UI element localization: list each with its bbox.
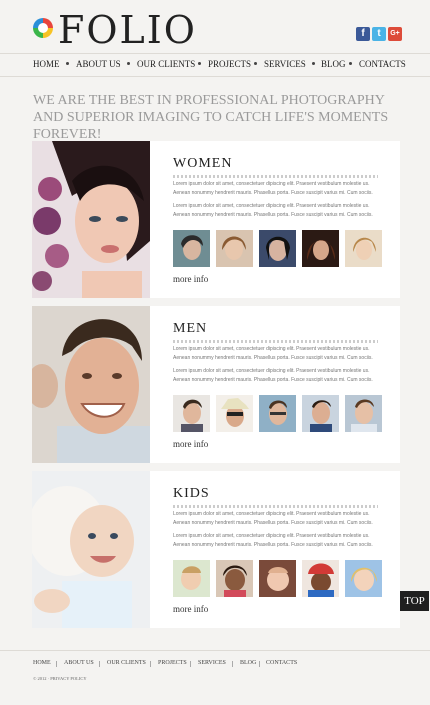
footer-rule bbox=[0, 650, 430, 651]
footer-separator bbox=[259, 661, 260, 667]
men-more-info-link[interactable]: more info bbox=[173, 439, 208, 449]
page: FOLIO f t G+ HOME ABOUT US OUR CLIENTS P… bbox=[0, 0, 430, 705]
section-divider bbox=[173, 175, 378, 178]
nav-dot bbox=[312, 62, 315, 65]
nav-blog[interactable]: BLOG bbox=[321, 59, 346, 69]
kids-hero-image bbox=[32, 471, 150, 628]
footer-nav-home[interactable]: HOME bbox=[33, 660, 51, 666]
section-men: MEN Lorem ipsum dolor sit amet, consecte… bbox=[32, 306, 400, 463]
footer-separator bbox=[190, 661, 191, 667]
kids-more-info-link[interactable]: more info bbox=[173, 604, 208, 614]
section-kids: KIDS Lorem ipsum dolor sit amet, consect… bbox=[32, 471, 400, 628]
thumbnail-image[interactable] bbox=[173, 560, 210, 597]
kids-title: KIDS bbox=[173, 486, 210, 501]
nav-dot bbox=[198, 62, 201, 65]
kids-paragraph-2: Lorem ipsum dolor sit amet, consectetuer… bbox=[173, 533, 373, 548]
logo-text[interactable]: FOLIO bbox=[58, 8, 197, 52]
nav-contacts[interactable]: CONTACTS bbox=[359, 59, 406, 69]
twitter-icon[interactable]: t bbox=[372, 27, 386, 41]
footer-nav-about-us[interactable]: ABOUT US bbox=[64, 660, 94, 666]
women-more-info-link[interactable]: more info bbox=[173, 274, 208, 284]
men-thumbnails bbox=[173, 395, 385, 432]
thumbnail-image[interactable] bbox=[345, 230, 382, 267]
page-headline: WE ARE THE BEST IN PROFESSIONAL PHOTOGRA… bbox=[33, 93, 389, 142]
nav-home[interactable]: HOME bbox=[33, 59, 60, 69]
thumbnail-image[interactable] bbox=[302, 230, 339, 267]
nav-projects[interactable]: PROJECTS bbox=[208, 59, 251, 69]
women-paragraph-1: Lorem ipsum dolor sit amet, consectetuer… bbox=[173, 181, 373, 196]
thumbnail-image[interactable] bbox=[216, 560, 253, 597]
section-divider bbox=[173, 505, 378, 508]
kids-thumbnails bbox=[173, 560, 385, 597]
footer-separator bbox=[232, 661, 233, 667]
nav-about-us[interactable]: ABOUT US bbox=[76, 59, 121, 69]
men-title: MEN bbox=[173, 321, 208, 336]
thumbnail-image[interactable] bbox=[302, 560, 339, 597]
main-nav: HOME ABOUT US OUR CLIENTS PROJECTS SERVI… bbox=[0, 56, 430, 74]
kids-paragraph-1: Lorem ipsum dolor sit amet, consectetuer… bbox=[173, 511, 373, 526]
women-paragraph-2: Lorem ipsum dolor sit amet, consectetuer… bbox=[173, 203, 373, 218]
thumbnail-image[interactable] bbox=[173, 230, 210, 267]
nav-dot bbox=[66, 62, 69, 65]
nav-dot bbox=[349, 62, 352, 65]
thumbnail-image[interactable] bbox=[173, 395, 210, 432]
thumbnail-image[interactable] bbox=[259, 230, 296, 267]
thumbnail-image[interactable] bbox=[302, 395, 339, 432]
men-paragraph-1: Lorem ipsum dolor sit amet, consectetuer… bbox=[173, 346, 373, 361]
thumbnail-image[interactable] bbox=[345, 395, 382, 432]
footer-nav-our-clients[interactable]: OUR CLIENTS bbox=[107, 660, 146, 666]
men-paragraph-2: Lorem ipsum dolor sit amet, consectetuer… bbox=[173, 368, 373, 383]
thumbnail-image[interactable] bbox=[345, 560, 382, 597]
footer-nav-blog[interactable]: BLOG bbox=[240, 660, 256, 666]
google-plus-icon[interactable]: G+ bbox=[388, 27, 402, 41]
section-divider bbox=[173, 340, 378, 343]
nav-dot bbox=[127, 62, 130, 65]
footer-nav-services[interactable]: SERVICES bbox=[198, 660, 226, 666]
footer-separator bbox=[99, 661, 100, 667]
footer-separator bbox=[150, 661, 151, 667]
logo-icon[interactable] bbox=[33, 18, 53, 38]
women-hero-image bbox=[32, 141, 150, 298]
section-women: WOMEN Lorem ipsum dolor sit amet, consec… bbox=[32, 141, 400, 298]
facebook-icon[interactable]: f bbox=[356, 27, 370, 41]
back-to-top-button[interactable]: TOP bbox=[400, 591, 429, 611]
nav-services[interactable]: SERVICES bbox=[264, 59, 306, 69]
men-hero-image bbox=[32, 306, 150, 463]
footer-nav-contacts[interactable]: CONTACTS bbox=[266, 660, 297, 666]
nav-dot bbox=[254, 62, 257, 65]
thumbnail-image[interactable] bbox=[216, 395, 253, 432]
women-title: WOMEN bbox=[173, 156, 233, 171]
nav-top-rule bbox=[0, 53, 430, 54]
footer-separator bbox=[56, 661, 57, 667]
footer-nav-projects[interactable]: PROJECTS bbox=[158, 660, 187, 666]
copyright-text: © 2012 · PRIVACY POLICY bbox=[33, 676, 87, 681]
nav-our-clients[interactable]: OUR CLIENTS bbox=[137, 59, 195, 69]
thumbnail-image[interactable] bbox=[259, 560, 296, 597]
thumbnail-image[interactable] bbox=[259, 395, 296, 432]
women-thumbnails bbox=[173, 230, 385, 267]
nav-bottom-rule bbox=[0, 76, 430, 77]
thumbnail-image[interactable] bbox=[216, 230, 253, 267]
